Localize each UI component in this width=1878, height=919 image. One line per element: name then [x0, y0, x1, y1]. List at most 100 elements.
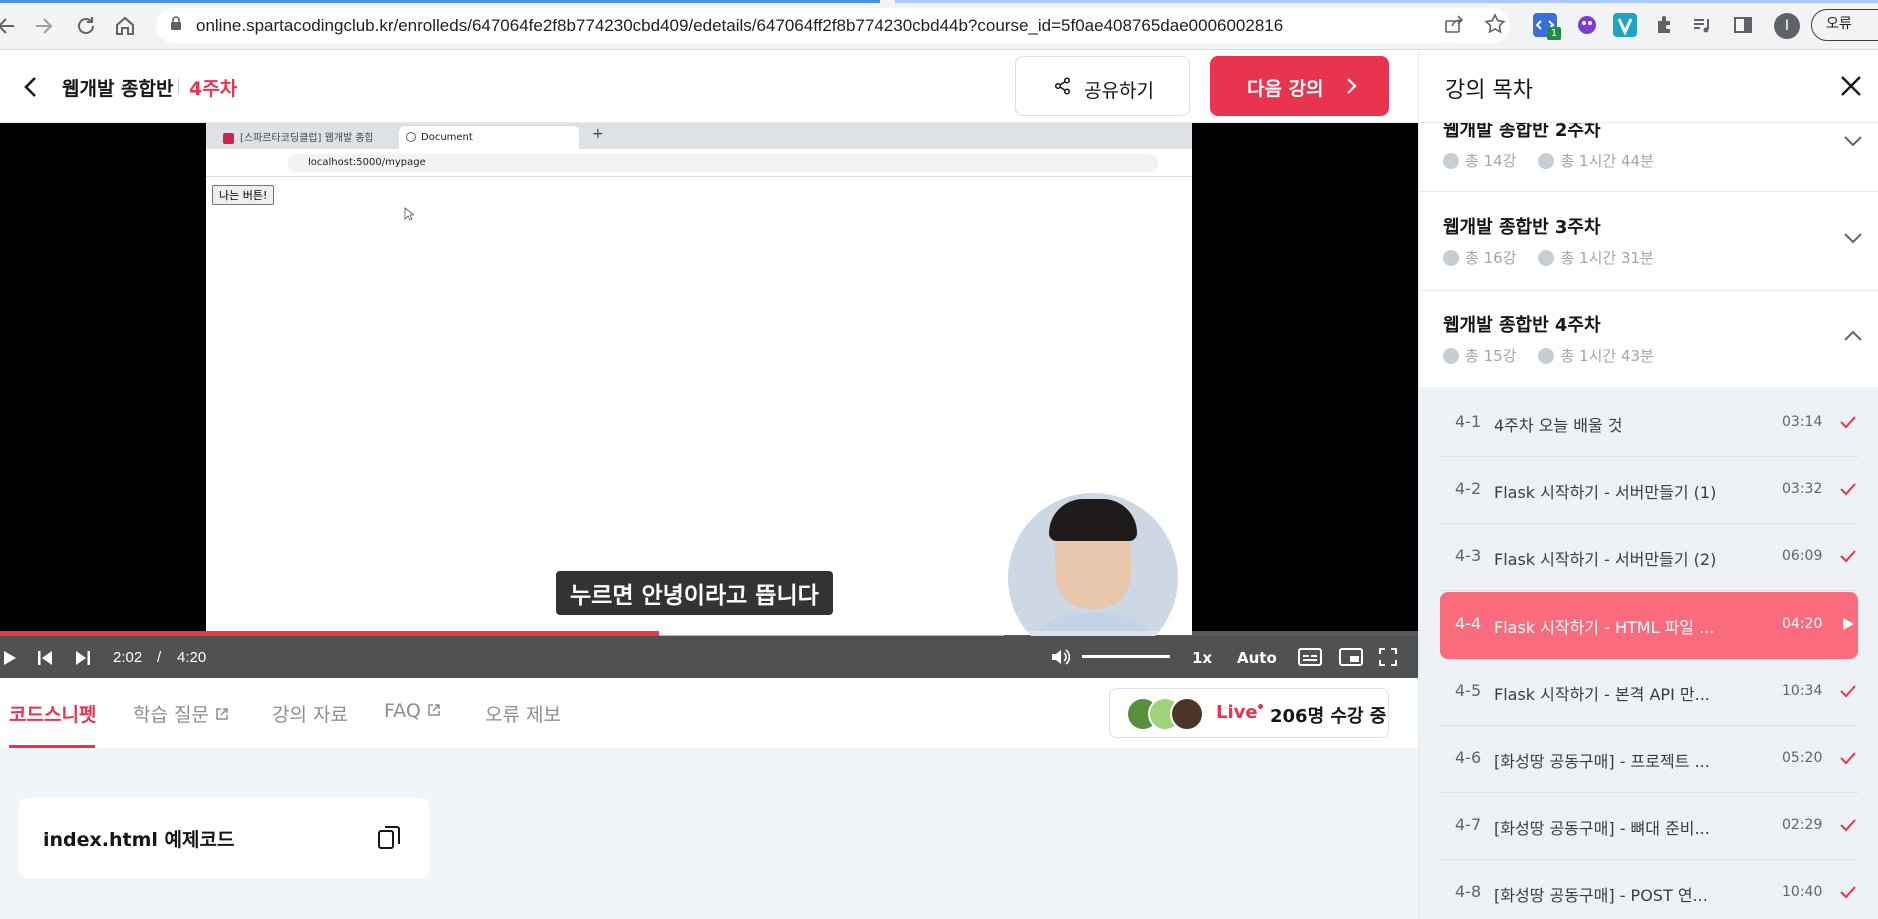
player-controls: 2:02 / 4:20 1x Auto: [0, 636, 1418, 678]
sidebar-header: 강의 목차: [1419, 50, 1878, 123]
chevron-down-icon: [1844, 233, 1862, 244]
browser-toolbar: online.spartacodingclub.kr/enrolleds/647…: [0, 0, 1878, 50]
play-circle-icon: [1443, 250, 1459, 266]
volume-icon[interactable]: [1050, 647, 1070, 667]
captions-icon[interactable]: [1298, 647, 1322, 667]
active-tab-indicator: [0, 0, 880, 3]
lesson-name: [화성땅 공동구매] - POST 연...: [1494, 886, 1708, 905]
fullscreen-icon[interactable]: [1378, 647, 1398, 667]
live-viewer-count: 206명 수강 중: [1270, 706, 1387, 727]
check-icon: [1840, 886, 1856, 899]
extensions-puzzle-icon[interactable]: [1653, 13, 1677, 37]
ghost-extension-icon[interactable]: [1575, 13, 1599, 37]
week-total-time: 총 1시간 31분: [1560, 249, 1654, 267]
next-lecture-button[interactable]: 다음 강의: [1210, 56, 1389, 116]
tab-strip-edge: [895, 0, 1878, 3]
v-extension-icon[interactable]: [1613, 13, 1637, 37]
recorded-tab-document: Document: [399, 126, 579, 149]
lesson-duration: 03:14: [1782, 414, 1823, 430]
playback-speed[interactable]: 1x: [1192, 649, 1212, 667]
lesson-duration: 05:20: [1782, 750, 1823, 766]
share-icon: [1054, 77, 1071, 95]
profile-avatar[interactable]: I: [1774, 13, 1800, 39]
copy-icon[interactable]: [377, 824, 401, 850]
check-icon: [1840, 416, 1856, 429]
lesson-item[interactable]: 4-7 [화성땅 공동구매] - 뼈대 준비... 02:29: [1440, 793, 1858, 860]
lesson-number: 4-3: [1455, 546, 1482, 565]
share-button[interactable]: 공유하기: [1015, 56, 1190, 116]
play-icon[interactable]: [2, 649, 18, 667]
current-time: 2:02: [113, 649, 143, 666]
tab-lecture-materials[interactable]: 강의 자료: [272, 700, 348, 727]
home-icon[interactable]: [112, 13, 138, 39]
play-circle-icon: [1443, 348, 1459, 364]
viewer-avatars: [1126, 697, 1204, 731]
mouse-cursor-icon: [404, 207, 414, 221]
video-player[interactable]: [스파르타코딩클럽] 웹개발 종합 Document + localhost:5…: [0, 123, 1418, 678]
lesson-item[interactable]: 4-6 [화성땅 공동구매] - 프로젝트 ... 05:20: [1440, 726, 1858, 793]
lesson-item[interactable]: 4-2 Flask 시작하기 - 서버만들기 (1) 03:32: [1440, 457, 1858, 524]
snippet-title: index.html 예제코드: [43, 829, 235, 851]
recorded-page-button: 나는 버튼!: [212, 185, 275, 205]
check-icon: [1840, 483, 1856, 496]
lesson-duration: 10:40: [1782, 884, 1823, 900]
bookmark-star-icon[interactable]: [1482, 13, 1508, 39]
video-subtitle: 누르면 안녕이라고 뜹니다: [556, 571, 833, 615]
volume-slider[interactable]: [1082, 655, 1170, 658]
time-separator: /: [157, 649, 162, 666]
back-arrow-icon[interactable]: [0, 13, 20, 39]
share-label: 공유하기: [1084, 80, 1154, 102]
next-icon[interactable]: [74, 649, 92, 667]
reload-icon[interactable]: [73, 13, 99, 39]
media-control-icon[interactable]: [1690, 13, 1714, 37]
lesson-name: [화성땅 공동구매] - 프로젝트 ...: [1494, 752, 1710, 771]
lesson-item[interactable]: 4-1 4주차 오늘 배울 것 03:14: [1440, 390, 1858, 457]
external-link-icon: [216, 708, 228, 720]
lesson-duration: 03:32: [1782, 481, 1823, 497]
lesson-item[interactable]: 4-3 Flask 시작하기 - 서버만들기 (2) 06:09: [1440, 524, 1858, 591]
lesson-number: 4-8: [1455, 882, 1482, 901]
lesson-item-current[interactable]: 4-4 Flask 시작하기 - HTML 파일 ... 04:20: [1440, 592, 1858, 659]
close-icon[interactable]: [1837, 72, 1865, 100]
lesson-duration: 02:29: [1782, 817, 1823, 833]
tab-learning-question[interactable]: 학습 질문: [133, 700, 229, 727]
week-label: 4주차: [189, 78, 238, 100]
lesson-name: Flask 시작하기 - 서버만들기 (1): [1494, 483, 1717, 502]
chevron-up-icon: [1844, 330, 1862, 341]
side-panel-icon[interactable]: [1731, 13, 1755, 37]
chevron-right-icon: [1347, 78, 1357, 94]
forward-arrow-icon[interactable]: [30, 13, 56, 39]
week-total-time: 총 1시간 43분: [1560, 347, 1654, 365]
external-link-icon: [428, 704, 440, 716]
week-meta: 총 16강 총 1시간 31분: [1443, 247, 1654, 268]
recorded-tab-sparta: [스파르타코딩클럽] 웹개발 종합: [240, 133, 372, 144]
url-text: online.spartacodingclub.kr/enrolleds/647…: [196, 16, 1284, 35]
previous-icon[interactable]: [36, 649, 54, 667]
lecture-sidebar: 강의 목차 웹개발 종합반 2주차 총 14강 총 1시간 44분 웹개발 종합반…: [1418, 50, 1878, 919]
code-snippet-card[interactable]: index.html 예제코드: [19, 798, 429, 878]
week-name: 웹개발 종합반 4주차: [1443, 315, 1601, 336]
picture-in-picture-icon[interactable]: [1339, 647, 1363, 667]
devtools-extension-icon[interactable]: 1: [1533, 13, 1561, 40]
share-page-icon[interactable]: [1441, 13, 1467, 39]
lesson-name: Flask 시작하기 - 본격 API 만...: [1494, 685, 1710, 704]
sidebar-week-4[interactable]: 웹개발 종합반 4주차 총 15강 총 1시간 43분: [1419, 291, 1878, 389]
lesson-item[interactable]: 4-8 [화성땅 공동구매] - POST 연... 10:40: [1440, 860, 1858, 919]
tab-error-report[interactable]: 오류 제보: [485, 700, 561, 727]
sidebar-title: 강의 목차: [1445, 78, 1533, 103]
browser-error-button[interactable]: 오류: [1811, 9, 1878, 41]
lock-icon: [171, 16, 181, 30]
tab-code-snippet[interactable]: 코드스니펫: [9, 700, 96, 727]
tab-faq[interactable]: FAQ: [384, 700, 441, 722]
live-label: Live: [1216, 702, 1258, 723]
lecture-tabs: 코드스니펫 학습 질문 강의 자료 FAQ 오류 제보 Live 206명 수강…: [0, 678, 1418, 748]
clock-icon: [1538, 348, 1555, 364]
lesson-duration: 04:20: [1782, 616, 1823, 632]
quality-selector[interactable]: Auto: [1237, 649, 1277, 667]
lesson-number: 4-1: [1455, 412, 1482, 431]
sidebar-week-3[interactable]: 웹개발 종합반 3주차 총 16강 총 1시간 31분: [1419, 193, 1878, 291]
lesson-number: 4-6: [1455, 748, 1482, 767]
lesson-list: 4-1 4주차 오늘 배울 것 03:14 4-2 Flask 시작하기 - 서…: [1419, 390, 1878, 919]
back-chevron-icon[interactable]: [16, 72, 46, 102]
lesson-item[interactable]: 4-5 Flask 시작하기 - 본격 API 만... 10:34: [1440, 659, 1858, 726]
